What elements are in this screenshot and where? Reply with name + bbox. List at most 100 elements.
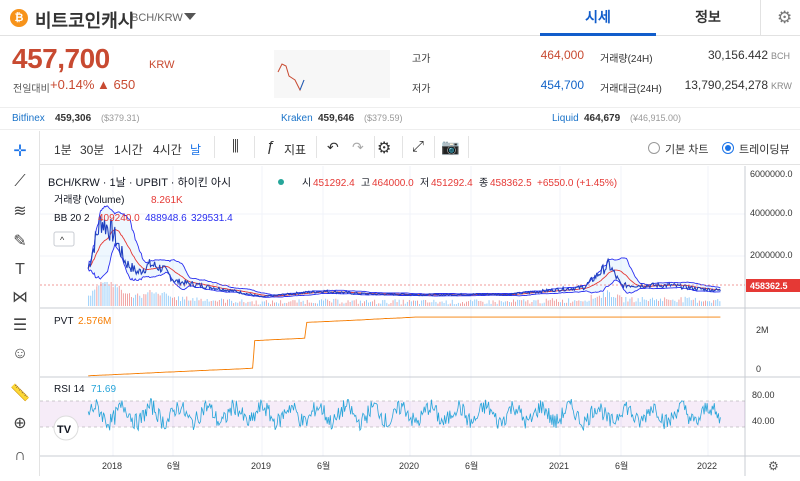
trading-chart[interactable]: BCH/KRW · 1날 · UPBIT · 하이킨 아시 시 451292.4… bbox=[40, 166, 800, 476]
interval-day[interactable]: 날 bbox=[190, 141, 201, 158]
tab-info[interactable]: 정보 bbox=[656, 0, 760, 36]
volume-bar bbox=[709, 301, 711, 306]
drawing-toolbar: ✛ ⟋ ≋ ✎ T ⋈ ☰ ☺ 📏 ⊕ ∩ bbox=[0, 131, 40, 476]
volume-bar bbox=[582, 301, 584, 306]
time-axis-tick: 2022 bbox=[697, 461, 717, 471]
pvt-axis-tick: 2M bbox=[756, 325, 769, 335]
candle-type-icon[interactable]: ⫼ bbox=[232, 138, 239, 155]
high-value: 464,000 bbox=[540, 48, 584, 62]
emoji-icon[interactable]: ☺ bbox=[9, 343, 31, 365]
volume-bar bbox=[500, 301, 502, 306]
volume-bar bbox=[333, 299, 335, 306]
volume-bar bbox=[345, 302, 347, 306]
settings-icon[interactable]: ⚙ bbox=[377, 138, 391, 158]
volume-bar bbox=[660, 298, 661, 306]
pattern-tool-icon[interactable]: ⋈ bbox=[9, 287, 31, 309]
interval-1m[interactable]: 1분 bbox=[54, 141, 72, 158]
volume-bar bbox=[159, 295, 161, 306]
volume-bar bbox=[149, 290, 151, 306]
volume-bar bbox=[690, 300, 692, 306]
volume-bar bbox=[135, 294, 137, 306]
price-axis-tick: 4000000.0 bbox=[750, 208, 793, 218]
tradingview-label[interactable]: 트레이딩뷰 bbox=[739, 141, 790, 157]
camera-icon[interactable]: 📷 bbox=[441, 138, 460, 156]
brush-icon[interactable]: ✎ bbox=[9, 231, 31, 253]
interval-30m[interactable]: 30분 bbox=[80, 141, 104, 158]
volume-bar bbox=[178, 296, 179, 306]
ruler-icon[interactable]: 📏 bbox=[9, 383, 31, 405]
volume-bar bbox=[163, 292, 165, 306]
volume-bar bbox=[376, 304, 378, 306]
tab-price[interactable]: 시세 bbox=[540, 0, 656, 36]
volume-bar bbox=[492, 300, 494, 306]
volume-bar bbox=[131, 297, 132, 306]
volume-bar bbox=[374, 299, 376, 306]
exchange-value: 459,306 bbox=[55, 113, 92, 124]
volume-bar bbox=[680, 297, 682, 306]
chart-canvas[interactable]: BCH/KRW · 1날 · UPBIT · 하이킨 아시 시 451292.4… bbox=[40, 166, 800, 476]
volume-bar bbox=[560, 302, 561, 306]
fib-tool-icon[interactable]: ≋ bbox=[9, 201, 31, 223]
function-icon[interactable]: ƒ bbox=[266, 138, 274, 155]
tradingview-radio[interactable] bbox=[722, 142, 734, 154]
volume-bar bbox=[155, 292, 157, 306]
tradingview-logo-text[interactable]: TV bbox=[57, 424, 72, 436]
volume-bar bbox=[484, 303, 486, 306]
exchange-name[interactable]: Bitfinex bbox=[12, 113, 45, 124]
ohlc-open-label: 시 bbox=[302, 177, 311, 189]
redo-icon[interactable]: ↷ bbox=[352, 139, 364, 156]
coin-pair[interactable]: BCH/KRW bbox=[131, 12, 183, 24]
volume-bar bbox=[190, 300, 192, 306]
bb-legend-label: BB 20 2 bbox=[54, 213, 90, 224]
volume-bar bbox=[502, 302, 504, 306]
volume-bar bbox=[274, 302, 275, 306]
high-label: 고가 bbox=[412, 54, 431, 65]
volume-bar bbox=[588, 300, 590, 306]
volume-bar bbox=[255, 300, 257, 306]
volume-bar bbox=[239, 301, 241, 306]
volume-bar bbox=[184, 299, 186, 306]
volume-bar bbox=[717, 299, 719, 306]
volume-bar bbox=[494, 302, 496, 306]
volume-bar bbox=[280, 300, 282, 306]
divider bbox=[214, 136, 215, 158]
crosshair-icon[interactable]: ✛ bbox=[9, 141, 31, 163]
volume-bar bbox=[523, 299, 525, 306]
volume-bar bbox=[594, 297, 596, 306]
volume-bar bbox=[578, 300, 580, 306]
basic-chart-radio[interactable] bbox=[648, 142, 660, 154]
volume-bar bbox=[282, 303, 284, 306]
volume-bar bbox=[272, 300, 273, 306]
time-axis-tick: 6월 bbox=[615, 460, 628, 471]
coin-name[interactable]: 비트코인캐시 bbox=[35, 7, 134, 33]
trend-line-icon[interactable]: ⟋ bbox=[9, 171, 31, 193]
gear-icon[interactable]: ⚙ bbox=[777, 8, 792, 28]
exchange-name[interactable]: Kraken bbox=[281, 113, 313, 124]
divider bbox=[402, 136, 403, 158]
volume-bar bbox=[615, 297, 617, 306]
magnet-icon[interactable]: ∩ bbox=[9, 445, 31, 467]
measure-tool-icon[interactable]: ☰ bbox=[9, 315, 31, 337]
text-tool-icon[interactable]: T bbox=[9, 259, 31, 281]
chevron-down-icon[interactable] bbox=[184, 13, 196, 20]
fullscreen-icon[interactable]: ⤢ bbox=[412, 138, 424, 155]
volume-bar bbox=[462, 302, 463, 306]
volume-bar bbox=[321, 299, 322, 306]
time-axis-tick: 2018 bbox=[102, 461, 122, 471]
indicators-button[interactable]: 지표 bbox=[284, 141, 306, 158]
volume-bar bbox=[253, 304, 255, 306]
volume-bar bbox=[541, 303, 543, 306]
rsi-legend-label: RSI 14 bbox=[54, 384, 85, 395]
interval-1h[interactable]: 1시간 bbox=[114, 141, 143, 158]
volume-bar bbox=[639, 301, 641, 306]
basic-chart-label[interactable]: 기본 차트 bbox=[665, 141, 709, 157]
settings-icon[interactable]: ⚙ bbox=[768, 459, 779, 473]
volume-bar bbox=[547, 300, 549, 306]
volume-bar bbox=[292, 300, 294, 306]
volume-bar bbox=[176, 300, 177, 306]
undo-icon[interactable]: ↶ bbox=[327, 139, 339, 156]
interval-4h[interactable]: 4시간 bbox=[153, 141, 182, 158]
exchange-name[interactable]: Liquid bbox=[552, 113, 579, 124]
zoom-in-icon[interactable]: ⊕ bbox=[9, 413, 31, 435]
volume-bar bbox=[165, 293, 167, 306]
